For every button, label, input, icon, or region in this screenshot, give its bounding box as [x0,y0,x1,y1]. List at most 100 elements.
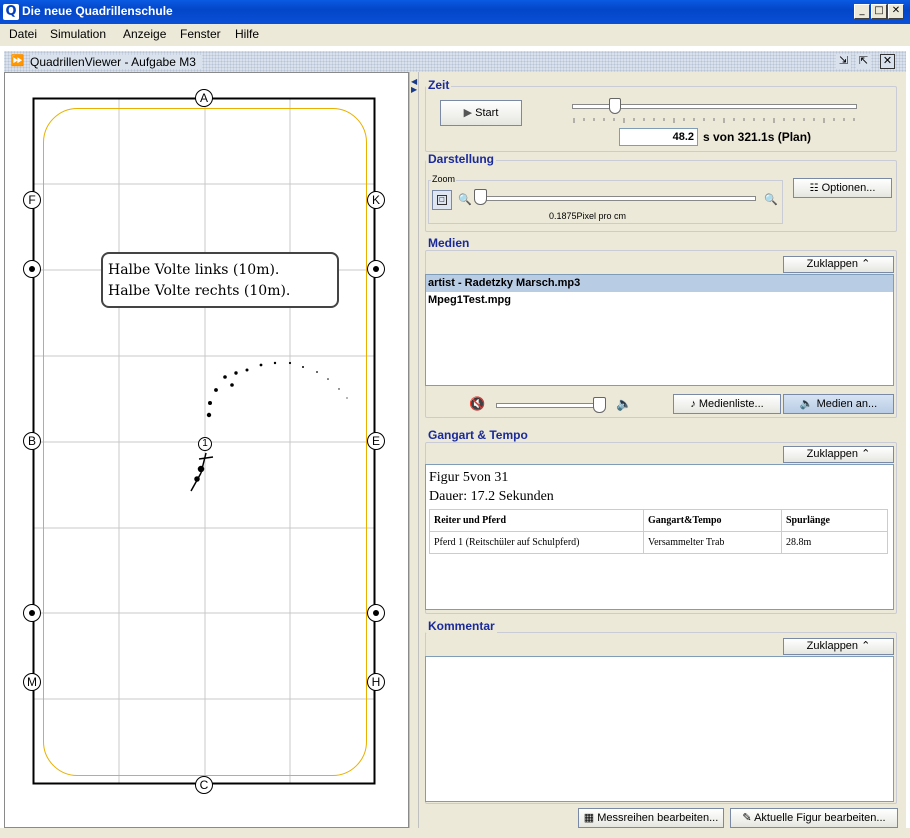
messreihen-button[interactable]: ▦ Messreihen bearbeiten... [578,808,724,828]
kommentar-collapse-label: Zuklappen [806,640,859,652]
section-zeit-title: Zeit [426,78,452,92]
fit-icon: □ [437,195,447,205]
media-item[interactable]: artist - Radetzky Marsch.mp3 [426,275,893,292]
media-list[interactable]: artist - Radetzky Marsch.mp3 Mpeg1Test.m… [425,274,894,386]
rider-figure [190,452,214,492]
zoom-fit-button[interactable]: □ [432,190,452,210]
mute-icon[interactable]: 🔇 [469,397,485,412]
time-suffix: s von 321.1s (Plan) [703,130,812,144]
medienliste-button[interactable]: ♪ Medienliste... [673,394,781,414]
note-icon: ♪ [690,398,696,410]
time-value-field[interactable]: 48.2 [619,128,698,146]
zoom-in-icon[interactable]: 🔍 [764,193,778,206]
options-icon: ☷ [809,183,819,194]
marker-k: K [367,191,385,209]
gangart-panel: Figur 5von 31 Dauer: 17.2 Sekunden Reite… [425,464,894,610]
optionen-label: Optionen... [821,182,876,194]
time-slider-ticks [573,118,855,123]
medien-an-label: Medien an... [816,398,878,410]
window-titlebar: Q Die neue Quadrillenschule _ □ ✕ [0,0,910,24]
start-button[interactable]: ▶ Start [440,100,522,126]
menubar: Datei Simulation Anzeige Fenster Hilfe [0,24,910,46]
media-item[interactable]: Mpeg1Test.mpg [426,292,893,309]
maximize-frame-icon[interactable]: ⇱ [856,54,871,69]
rider-label[interactable]: 1 [198,437,212,451]
cell-reiter: Pferd 1 (Reitschüler auf Schulpferd) [429,531,644,554]
menu-simulation[interactable]: Simulation [50,27,106,41]
arena-view[interactable]: A C F B M K E H 1 Halbe Volte links (10m… [4,72,409,828]
menu-fenster[interactable]: Fenster [180,27,221,41]
marker-dot-left-bottom [23,604,41,622]
zoom-slider-track[interactable] [481,196,756,201]
zoom-slider-thumb[interactable] [474,189,487,205]
medien-collapse-button[interactable]: Zuklappen ⌃ [783,256,894,273]
arena-canvas [32,97,376,785]
marker-dot-right-top [367,260,385,278]
control-panel: Zeit ▶ Start 48.2 s von 321.1s (Plan) Da… [419,72,906,828]
medien-an-button[interactable]: 🔈 Medien an... [783,394,894,414]
section-gangart-title: Gangart & Tempo [426,428,530,442]
marker-dot-left-top [23,260,41,278]
callout-line-2: Halbe Volte rechts (10m). [108,283,291,299]
marker-f: F [23,191,41,209]
time-slider-thumb[interactable] [608,98,621,114]
speaker-icon: 🔈 [799,398,814,410]
figur-bearbeiten-label: Aktuelle Figur bearbeiten... [754,812,886,824]
zoom-label: Zoom [431,174,457,184]
figur-bearbeiten-button[interactable]: ✎ Aktuelle Figur bearbeiten... [730,808,898,828]
split-divider[interactable]: ◀ ▶ [409,72,419,828]
frame-menu-icon[interactable]: ⏩ [10,54,25,69]
table-icon: ▦ [583,812,595,824]
volume-icon[interactable]: 🔈 [616,397,632,412]
optionen-button[interactable]: ☷ Optionen... [793,178,892,198]
zoom-out-icon[interactable]: 🔍 [458,193,472,206]
divider-arrow-icon[interactable]: ◀ ▶ [411,78,417,94]
figur-text: Figur 5von 31 [429,470,509,485]
cell-gangart: Versammelter Trab [643,531,782,554]
app-logo-icon: Q [3,4,19,20]
close-button[interactable]: ✕ [888,4,904,19]
marker-a: A [195,89,213,107]
header-reiter: Reiter und Pferd [429,509,644,532]
window-title: Die neue Quadrillenschule [22,4,173,18]
edit-icon: ✎ [742,812,752,824]
menu-hilfe[interactable]: Hilfe [235,27,259,41]
medien-collapse-label: Zuklappen [806,258,859,270]
marker-dot-right-bottom [367,604,385,622]
status-bar [0,828,910,838]
kommentar-textarea[interactable] [425,656,894,802]
marker-c: C [195,776,213,794]
internal-frame-title: QuadrillenViewer - Aufgabe M3 [30,55,202,69]
zoom-text: 0.1875Pixel pro cm [549,211,627,221]
figure-callout: Halbe Volte links (10m). Halbe Volte rec… [101,252,339,308]
start-label: Start [475,107,499,119]
marker-e: E [367,432,385,450]
marker-h: H [367,673,385,691]
menu-datei[interactable]: Datei [9,27,37,41]
messreihen-label: Messreihen bearbeiten... [597,812,719,824]
header-gangart: Gangart&Tempo [643,509,782,532]
rider-path-dots [206,361,348,418]
marker-b: B [23,432,41,450]
medienliste-label: Medienliste... [698,398,764,410]
gangart-collapse-button[interactable]: Zuklappen ⌃ [783,446,894,463]
maximize-button[interactable]: □ [871,4,887,19]
minimize-button[interactable]: _ [854,4,870,19]
callout-line-1: Halbe Volte links (10m). [108,262,280,278]
table-row[interactable]: Pferd 1 (Reitschüler auf Schulpferd) Ver… [429,531,888,554]
section-kommentar-title: Kommentar [426,619,497,633]
internal-frame-header: ⏩ QuadrillenViewer - Aufgabe M3 ⇲ ⇱ ✕ [4,50,906,72]
iconify-icon[interactable]: ⇲ [836,54,851,69]
play-icon: ▶ [463,107,473,119]
dauer-text: Dauer: 17.2 Sekunden [429,489,554,504]
header-spurlaenge: Spurlänge [781,509,888,532]
kommentar-collapse-button[interactable]: Zuklappen ⌃ [783,638,894,655]
gangart-collapse-label: Zuklappen [806,448,859,460]
volume-slider-track[interactable] [496,403,604,408]
volume-slider-thumb[interactable] [593,397,606,413]
section-darstellung-title: Darstellung [426,152,497,166]
marker-m: M [23,673,41,691]
menu-anzeige[interactable]: Anzeige [123,27,166,41]
close-frame-icon[interactable]: ✕ [880,54,895,69]
gangart-table: Reiter und Pferd Gangart&Tempo Spurlänge… [429,509,888,554]
